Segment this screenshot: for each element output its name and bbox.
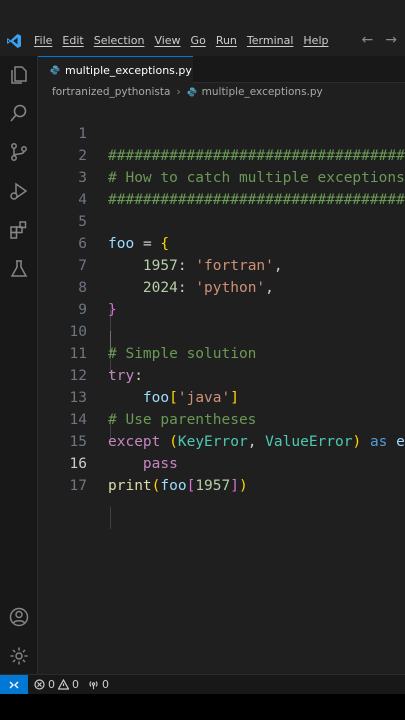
menu-file[interactable]: File (34, 34, 52, 47)
menu-terminal[interactable]: Terminal (247, 34, 294, 47)
title-bar: File Edit Selection View Go Run Terminal… (0, 0, 405, 56)
menu-go[interactable]: Go (191, 34, 206, 47)
code-line: 2 # How to catch multiple exceptions (38, 123, 405, 186)
code-line: 4 (38, 167, 405, 208)
breadcrumb-folder[interactable]: fortranized_pythonista (52, 86, 170, 98)
account-icon[interactable] (8, 606, 30, 628)
search-icon[interactable] (8, 102, 30, 124)
tab-label: multiple_exceptions.py (65, 63, 192, 77)
code-line: 11 try: (38, 321, 405, 384)
screen-bottom (0, 694, 405, 720)
code-line: 1 ######################################… (38, 101, 405, 164)
menu-run[interactable]: Run (216, 34, 237, 47)
line-number: 17 (69, 478, 87, 494)
menu-selection[interactable]: Selection (94, 34, 145, 47)
code-line: 5 foo = { (38, 189, 405, 252)
chevron-right-icon: › (176, 86, 181, 98)
status-bar: 0 0 0 (0, 674, 405, 695)
tab-multiple-exceptions[interactable]: multiple_exceptions.py (38, 56, 193, 83)
settings-gear-icon[interactable] (8, 645, 30, 667)
ports-indicator[interactable]: 0 (88, 678, 109, 691)
code-line: 8 } (38, 255, 405, 318)
code-line: 13 # Use parentheses (38, 365, 405, 428)
forward-arrow-icon[interactable]: → (385, 32, 397, 48)
code-editor[interactable]: 1 ######################################… (38, 101, 405, 674)
error-icon (34, 679, 45, 690)
code-line-active: 16 print(foo[1957]) (38, 431, 405, 494)
navigation-arrows: ← → (362, 32, 397, 48)
breadcrumb: fortranized_pythonista › multiple_except… (52, 86, 323, 98)
activity-bar (0, 56, 38, 674)
code-line: 14 except (KeyError, ValueError) as e (38, 387, 405, 450)
testing-flask-icon[interactable] (8, 258, 30, 280)
code-line: 6 1957: 'fortran', (38, 211, 405, 274)
menu-bar: File Edit Selection View Go Run Terminal… (34, 34, 338, 47)
error-count: 0 (48, 678, 55, 691)
python-file-icon (50, 65, 60, 75)
ports-count: 0 (102, 678, 109, 691)
remote-icon (9, 681, 19, 689)
menu-view[interactable]: View (154, 34, 180, 47)
menu-help[interactable]: Help (303, 34, 328, 47)
broadcast-icon (89, 681, 98, 690)
back-arrow-icon[interactable]: ← (362, 32, 374, 48)
source-control-icon[interactable] (8, 141, 30, 163)
code-line: 15 pass (38, 409, 405, 472)
run-debug-icon[interactable] (8, 180, 30, 202)
vscode-logo-icon (7, 34, 21, 48)
code-line: 17 (38, 453, 405, 494)
code-line: 12 foo['java'] (38, 343, 405, 406)
code-text: print(foo[1957]) (108, 478, 248, 494)
code-line: 3 ######################################… (38, 145, 405, 208)
menu-edit[interactable]: Edit (62, 34, 83, 47)
code-line: 9 (38, 277, 405, 318)
problems-indicator[interactable]: 0 0 (34, 678, 79, 691)
explorer-icon[interactable] (8, 64, 30, 86)
code-line: 10 # Simple solution (38, 299, 405, 362)
extensions-icon[interactable] (8, 219, 30, 241)
warning-count: 0 (72, 678, 79, 691)
warning-icon (58, 679, 69, 690)
breadcrumb-file[interactable]: multiple_exceptions.py (202, 86, 323, 98)
python-file-icon (187, 87, 197, 97)
code-line: 7 2024: 'python', (38, 233, 405, 296)
indent-guide (110, 507, 111, 529)
remote-indicator[interactable] (0, 675, 28, 695)
tab-bar: multiple_exceptions.py (38, 56, 405, 83)
